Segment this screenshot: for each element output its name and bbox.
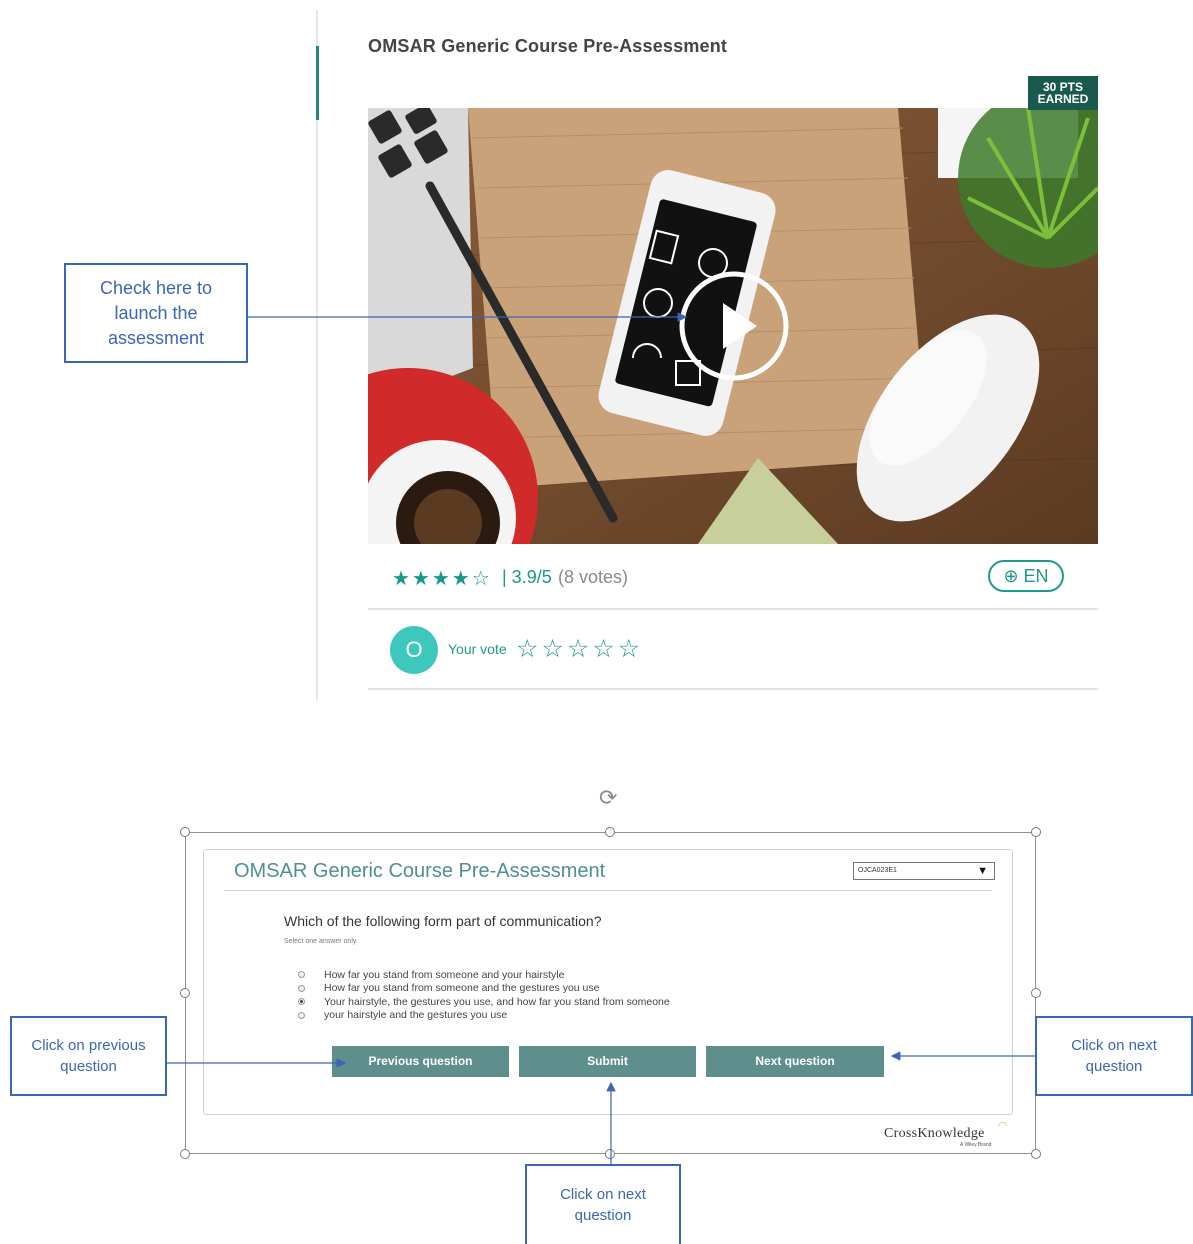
- language-code: EN: [1023, 566, 1049, 586]
- divider: [368, 688, 1098, 690]
- your-vote-label: Your vote: [448, 641, 507, 657]
- radio-button[interactable]: [298, 1011, 305, 1019]
- previous-question-button[interactable]: Previous question: [332, 1046, 509, 1077]
- resize-handle[interactable]: [180, 827, 190, 837]
- callout-line: question: [1085, 1058, 1143, 1075]
- question-instruction: Select one answer only.: [284, 938, 358, 945]
- resize-handle[interactable]: [1031, 827, 1041, 837]
- answer-option[interactable]: How far you stand from someone and your …: [298, 968, 670, 982]
- callout-previous-question: Click on previous question: [10, 1016, 167, 1096]
- answer-label: Your hairstyle, the gestures you use, an…: [324, 995, 670, 1008]
- callout-line: Check here to: [99, 277, 213, 298]
- logo-mark-icon: ◠: [998, 1120, 1008, 1132]
- callout-launch-assessment: Check here to launch the assessment: [64, 263, 248, 363]
- points-label: EARNED: [1037, 92, 1089, 106]
- answer-label: How far you stand from someone and the g…: [324, 982, 600, 995]
- callout-line: question: [60, 1058, 117, 1075]
- course-thumbnail-image: [368, 108, 1098, 544]
- callout-line: Click on previous: [31, 1037, 146, 1054]
- callout-line: Click on next: [560, 1186, 646, 1203]
- answer-option[interactable]: Your hairstyle, the gestures you use, an…: [298, 995, 670, 1009]
- callout-line: Click on next: [1071, 1037, 1157, 1054]
- radio-button[interactable]: [298, 984, 305, 992]
- avatar: O: [390, 626, 438, 674]
- next-question-button[interactable]: Next question: [706, 1046, 884, 1077]
- answer-label: your hairstyle and the gestures you use: [324, 1009, 508, 1022]
- rotate-handle-icon[interactable]: ⟳: [599, 785, 617, 811]
- assessment-title: OMSAR Generic Course Pre-Assessment: [234, 860, 606, 882]
- resize-handle[interactable]: [605, 1149, 615, 1159]
- resize-handle[interactable]: [180, 1149, 190, 1159]
- crossknowledge-logo: CrossKnowledge: [884, 1126, 985, 1141]
- rating-votes: (8 votes): [558, 567, 629, 587]
- module-select-value: OJCA023E1: [858, 867, 897, 874]
- sidebar-active-indicator: [316, 46, 319, 120]
- globe-icon: ⊕: [1003, 566, 1019, 586]
- answer-option[interactable]: How far you stand from someone and the g…: [298, 982, 670, 996]
- radio-button-selected[interactable]: [298, 998, 305, 1006]
- resize-handle[interactable]: [1031, 1149, 1041, 1159]
- points-earned-badge: 30 PTS EARNED: [1028, 76, 1098, 110]
- answer-option[interactable]: your hairstyle and the gestures you use: [298, 1009, 670, 1023]
- rating-score: | 3.9/5: [502, 567, 552, 587]
- callout-line: assessment: [107, 327, 205, 348]
- divider: [368, 608, 1098, 610]
- course-title: OMSAR Generic Course Pre-Assessment: [368, 36, 728, 56]
- resize-handle[interactable]: [180, 988, 190, 998]
- logo-tagline: A Wiley Brand: [960, 1142, 992, 1148]
- radio-button[interactable]: [298, 971, 305, 979]
- callout-line: launch the: [114, 302, 198, 323]
- course-thumbnail-launch[interactable]: [368, 108, 1098, 544]
- callout-next-question: Click on next question: [1035, 1016, 1193, 1096]
- callout-submit: Click on next question: [525, 1164, 681, 1244]
- resize-handle[interactable]: [1031, 988, 1041, 998]
- answer-options: How far you stand from someone and your …: [298, 968, 670, 1022]
- question-text: Which of the following form part of comm…: [284, 913, 602, 929]
- language-button[interactable]: ⊕ EN: [988, 560, 1064, 592]
- module-select[interactable]: OJCA023E1 ▼: [853, 862, 995, 880]
- submit-button[interactable]: Submit: [519, 1046, 696, 1077]
- vote-star-rating[interactable]: ☆☆☆☆☆: [516, 634, 643, 664]
- resize-handle[interactable]: [605, 827, 615, 837]
- answer-label: How far you stand from someone and your …: [324, 968, 565, 981]
- dropdown-arrow-icon: ▼: [977, 865, 988, 877]
- divider: [224, 890, 992, 891]
- callout-line: question: [574, 1207, 632, 1224]
- rating-stars-icon: ★★★★☆: [392, 568, 492, 590]
- rating-row: ★★★★☆ | 3.9/5 (8 votes) ⊕ EN: [368, 556, 1098, 600]
